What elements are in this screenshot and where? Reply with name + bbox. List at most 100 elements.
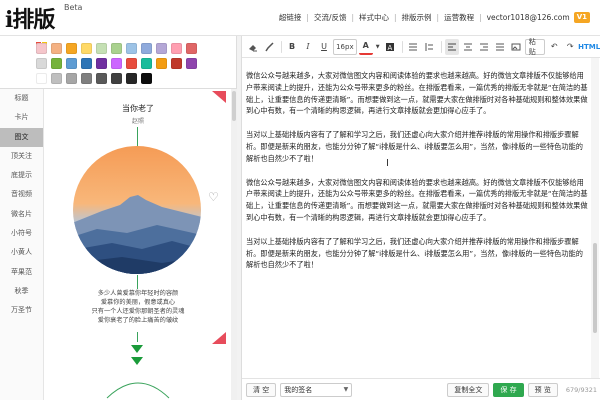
eraser-icon[interactable] (246, 39, 260, 55)
color-swatch[interactable] (171, 43, 182, 54)
line-height-icon[interactable] (422, 39, 436, 55)
editor-toolbar: B I U 16px A ▼ A 粘贴 ↶ ↷ HTML (242, 36, 600, 58)
color-swatch[interactable] (141, 43, 152, 54)
color-swatch[interactable] (66, 58, 77, 69)
align-right-icon[interactable] (477, 39, 491, 55)
scrollbar-thumb[interactable] (232, 91, 236, 121)
nav-separator: | (351, 13, 355, 22)
nav-layout-examples[interactable]: 排版示例 (402, 12, 432, 23)
template-author: 赵照 (131, 118, 144, 125)
color-swatch[interactable] (51, 58, 62, 69)
color-swatch[interactable] (36, 58, 47, 69)
category-item[interactable]: 秋季 (0, 282, 43, 301)
nav-separator: | (436, 13, 440, 22)
color-swatch[interactable] (156, 43, 167, 54)
color-swatch[interactable] (126, 58, 137, 69)
corner-decoration (212, 332, 226, 344)
category-item[interactable]: 卡片 (0, 108, 43, 127)
sunset-mountain-image (73, 146, 201, 274)
align-justify-icon[interactable] (493, 39, 507, 55)
category-item[interactable]: 苹果范 (0, 263, 43, 282)
chevron-down-icon: ▼ (343, 385, 349, 393)
editor-paragraph[interactable]: 微信公众号越来越多，大家对微信图文内容和阅读体验的要求也越来越高。好的微信文章排… (246, 70, 589, 117)
next-template-arc (106, 382, 170, 399)
category-item[interactable]: 音视频 (0, 185, 43, 204)
nav-feedback[interactable]: 交流/反馈 (314, 12, 347, 23)
undo-icon[interactable]: ↶ (547, 39, 561, 55)
color-swatch[interactable] (81, 58, 92, 69)
poem-line: 多少人曾爱慕你年轻时的容颜 (97, 290, 179, 297)
color-swatch[interactable] (96, 43, 107, 54)
font-color-dropdown-icon[interactable]: ▼ (375, 39, 381, 55)
category-item[interactable]: 顶关注 (0, 147, 43, 166)
template-preview[interactable]: 当你老了 赵照 多少人曾爱慕你年轻时的容颜 爱慕你的美丽，假意或真心 只有一个人… (45, 89, 231, 400)
color-swatch[interactable] (36, 43, 47, 54)
corner-decoration (212, 91, 226, 103)
user-email[interactable]: vector1018@126.com (487, 13, 570, 22)
nav-tutorial[interactable]: 运营教程 (444, 12, 474, 23)
category-item[interactable]: 小黄人 (0, 243, 43, 262)
color-swatch[interactable] (186, 43, 197, 54)
color-swatch[interactable] (51, 43, 62, 54)
editor-paragraph[interactable]: 当对以上基础排版内容有了了解和学习之后，我们还虚心向大家介绍并推荐i排版的常用操… (246, 129, 589, 164)
category-item[interactable]: 底提示 (0, 166, 43, 185)
align-left-icon[interactable] (444, 38, 459, 55)
font-color-icon[interactable]: A (358, 39, 373, 55)
signature-select[interactable]: 我的签名 ▼ (280, 382, 353, 397)
align-center-icon[interactable] (461, 39, 475, 55)
color-swatch[interactable] (126, 43, 137, 54)
underline-icon[interactable]: U (317, 39, 331, 55)
color-swatch[interactable] (66, 43, 77, 54)
color-swatch[interactable] (51, 73, 62, 84)
clear-button[interactable]: 清 空 (246, 382, 277, 397)
preview-button[interactable]: 预 览 (527, 382, 558, 397)
nav-separator: | (306, 13, 309, 22)
brush-icon[interactable] (262, 39, 276, 55)
color-swatch[interactable] (66, 73, 77, 84)
save-button[interactable]: 保 存 (493, 382, 524, 397)
nav-separator: | (394, 13, 397, 22)
arrow-down-icon (131, 345, 143, 353)
category-item[interactable]: 万圣节 (0, 301, 43, 320)
italic-icon[interactable]: I (301, 39, 315, 55)
nav-style-center[interactable]: 样式中心 (359, 12, 389, 23)
editor-paragraph[interactable]: 当对以上基础排版内容有了了解和学习之后，我们还虚心向大家介绍并推荐i排版的常用操… (246, 236, 589, 271)
bold-icon[interactable]: B (285, 39, 299, 55)
panel-scrollbar[interactable] (231, 89, 237, 400)
palette-row (36, 58, 201, 69)
category-item[interactable]: 微名片 (0, 205, 43, 224)
editor-scrollbar[interactable] (591, 58, 599, 378)
color-swatch[interactable] (36, 73, 47, 84)
nav-hyperlink[interactable]: 超链接 (279, 12, 302, 23)
list-icon[interactable] (406, 39, 420, 55)
bg-color-icon[interactable]: A (383, 39, 397, 55)
html-mode-button[interactable]: HTML (578, 39, 600, 55)
paste-button[interactable]: 粘贴 (524, 38, 546, 56)
color-swatch[interactable] (186, 58, 197, 69)
color-swatch[interactable] (171, 58, 182, 69)
copy-all-button[interactable]: 复制全文 (447, 382, 490, 397)
palette-row (36, 43, 201, 54)
image-icon[interactable] (509, 39, 523, 55)
color-swatch[interactable] (141, 73, 152, 84)
editor-content[interactable]: 微信公众号越来越多，大家对微信图文内容和阅读体验的要求也越来越高。好的微信文章排… (246, 70, 589, 382)
category-item[interactable]: 小符号 (0, 224, 43, 243)
color-swatch[interactable] (96, 73, 107, 84)
scrollbar-thumb[interactable] (593, 243, 597, 333)
font-size-select[interactable]: 16px (333, 38, 357, 55)
color-swatch[interactable] (96, 58, 107, 69)
color-swatch[interactable] (156, 58, 167, 69)
category-item[interactable]: 标题 (0, 89, 43, 108)
editor-paragraph[interactable]: 微信公众号越来越多，大家对微信图文内容和阅读体验的要求也越来越高。好的微信文章排… (246, 177, 589, 224)
heart-icon[interactable]: ♡ (208, 190, 219, 204)
color-swatch[interactable] (111, 73, 122, 84)
category-item[interactable]: 图文 (0, 127, 43, 147)
redo-icon[interactable]: ↷ (563, 39, 577, 55)
color-swatch[interactable] (81, 43, 92, 54)
color-swatch[interactable] (81, 73, 92, 84)
color-swatch[interactable] (111, 43, 122, 54)
site-logo[interactable]: i排版 (5, 2, 55, 34)
color-swatch[interactable] (126, 73, 137, 84)
color-swatch[interactable] (141, 58, 152, 69)
color-swatch[interactable] (111, 58, 122, 69)
